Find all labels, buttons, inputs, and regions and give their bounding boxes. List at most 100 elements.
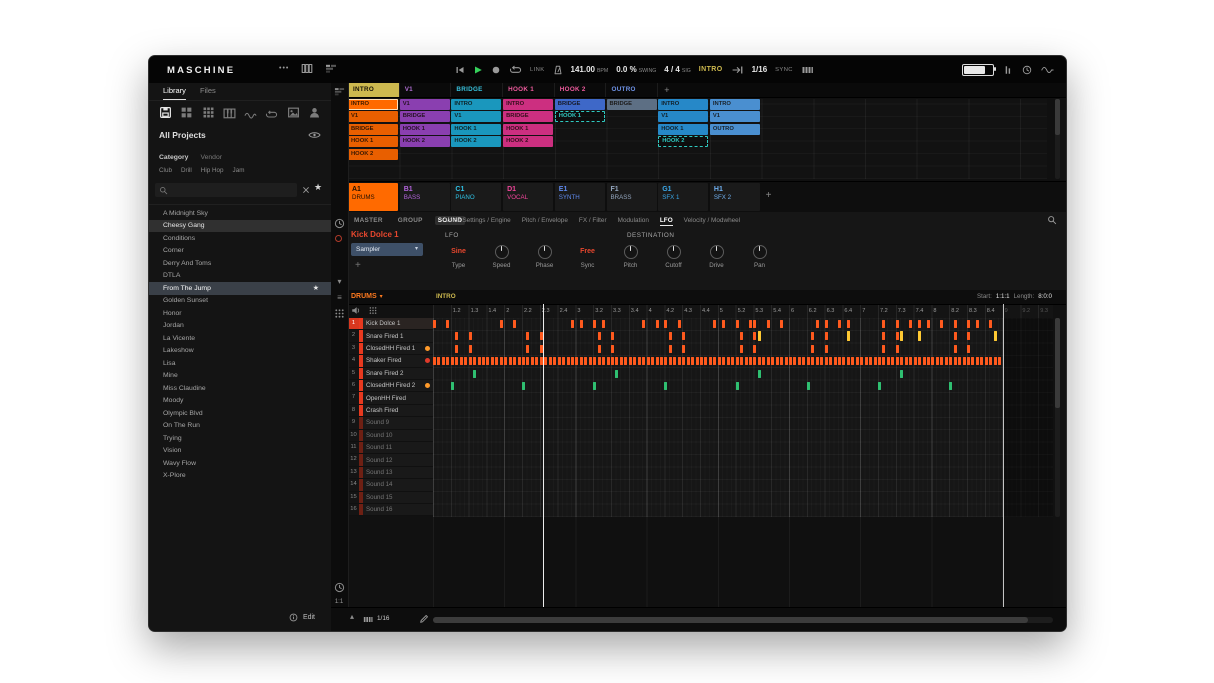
project-row-lisa[interactable]: Lisa (149, 357, 331, 370)
note[interactable] (989, 357, 993, 366)
note-grid[interactable] (433, 318, 1053, 517)
pattern-cell-e1-bridge[interactable]: BRIDGE (554, 99, 605, 111)
length-value[interactable]: 8:0:0 (1038, 290, 1052, 304)
info-icon[interactable] (289, 613, 298, 622)
pattern-cell-a1-hook-2[interactable]: HOOK 2 (348, 148, 398, 160)
note[interactable] (975, 357, 979, 366)
note[interactable] (869, 357, 873, 366)
pattern-cell-h1-outro[interactable]: OUTRO (709, 123, 760, 135)
note[interactable] (664, 320, 668, 328)
note[interactable] (513, 320, 517, 328)
param-speed[interactable]: Speed (480, 243, 523, 269)
page-tab-voice-settings-engine[interactable]: Voice Settings / Engine (445, 217, 511, 226)
note[interactable] (668, 357, 672, 366)
metronome-icon[interactable] (553, 65, 563, 75)
note[interactable] (780, 320, 784, 328)
note[interactable] (704, 357, 708, 366)
note[interactable] (882, 344, 886, 353)
note[interactable] (579, 320, 583, 328)
note[interactable] (846, 320, 850, 328)
note[interactable] (499, 357, 503, 366)
note[interactable] (526, 332, 530, 341)
note[interactable] (735, 320, 739, 328)
note[interactable] (878, 382, 881, 390)
note[interactable] (593, 320, 597, 328)
sound-row-11[interactable]: 11 Sound 11 (348, 442, 433, 455)
start-value[interactable]: 1:1:1 (996, 290, 1010, 304)
note[interactable] (637, 357, 641, 366)
note[interactable] (949, 382, 953, 390)
note[interactable] (918, 357, 922, 366)
engine-select[interactable]: Sampler ▾ (351, 243, 423, 256)
note[interactable] (691, 357, 695, 366)
group-slot-h1[interactable]: H1 SFX 2 (709, 183, 760, 211)
project-row-honor[interactable]: Honor (149, 307, 331, 320)
swing-value[interactable]: 0.0 % (616, 65, 636, 74)
pattern-cell-c1-hook-1[interactable]: HOOK 1 (451, 123, 502, 135)
note[interactable] (878, 357, 881, 366)
note[interactable] (735, 382, 739, 390)
note[interactable] (829, 357, 833, 366)
section-tab-hook-1[interactable]: HOOK 1 (503, 83, 555, 97)
sound-row-13[interactable]: 13 Sound 13 (348, 466, 433, 480)
menu-dots-icon[interactable]: ••• (279, 65, 289, 72)
pad-view-icon[interactable] (334, 308, 345, 319)
project-row-x-plore[interactable]: X-Plore (149, 470, 331, 483)
note[interactable] (855, 357, 859, 366)
note[interactable] (433, 320, 436, 328)
note[interactable] (557, 357, 561, 366)
note[interactable] (815, 357, 819, 366)
knob[interactable] (494, 244, 509, 259)
level-tab-master[interactable]: MASTER (351, 216, 386, 225)
note[interactable] (450, 357, 454, 366)
note[interactable] (998, 357, 1002, 366)
sound-row-16[interactable]: 16 Sound 16 (348, 504, 433, 517)
step-grid-icon[interactable] (801, 65, 814, 75)
note[interactable] (967, 332, 970, 341)
note[interactable] (562, 357, 566, 366)
swing-readout[interactable]: 0.0 % SWING (616, 65, 656, 74)
project-row-a-midnight-sky[interactable]: A Midnight Sky (149, 207, 331, 220)
note[interactable] (780, 357, 784, 366)
note[interactable] (593, 382, 597, 390)
project-row-cheesy-gang[interactable]: Cheesy Gang (149, 219, 331, 232)
note[interactable] (597, 332, 601, 341)
sound-row-3[interactable]: 3 ClosedHH Fired 1 (348, 342, 433, 356)
tag-drill[interactable]: Drill (181, 167, 192, 174)
section-tab-v1[interactable]: V1 (400, 83, 452, 97)
pad-grid-icon[interactable] (368, 306, 378, 315)
editor-quantize-icon[interactable] (334, 582, 345, 593)
note[interactable] (677, 357, 681, 366)
note[interactable] (980, 357, 984, 366)
pattern-cell-e1-hook-1[interactable]: HOOK 1 (554, 111, 605, 123)
group-slot-e1[interactable]: E1 SYNTH (554, 183, 605, 211)
tag-hip-hop[interactable]: Hip Hop (201, 167, 224, 174)
bpm-readout[interactable]: 141.00 BPM (571, 65, 609, 74)
eye-icon[interactable] (308, 131, 321, 139)
param-drive[interactable]: Drive (695, 243, 738, 269)
note[interactable] (940, 357, 944, 366)
note[interactable] (539, 357, 543, 366)
arranger-scrollbar[interactable] (1055, 99, 1060, 179)
note[interactable] (824, 320, 828, 328)
page-tab-pitch-envelope[interactable]: Pitch / Envelope (522, 217, 568, 226)
note[interactable] (455, 332, 459, 341)
note[interactable] (459, 357, 463, 366)
section-tab-hook-2[interactable]: HOOK 2 (555, 83, 607, 97)
note[interactable] (953, 320, 957, 328)
note[interactable] (570, 320, 574, 328)
note[interactable] (486, 357, 490, 366)
section-tab-intro[interactable]: INTRO (348, 83, 400, 97)
note[interactable] (722, 357, 726, 366)
pattern-cell-h1-intro[interactable]: INTRO (709, 99, 760, 111)
note[interactable] (682, 332, 686, 341)
project-row-la-vicente[interactable]: La Vicente (149, 332, 331, 345)
note[interactable] (895, 320, 899, 328)
note[interactable] (433, 357, 436, 366)
effects-icon[interactable] (244, 106, 257, 119)
note[interactable] (468, 344, 472, 353)
note[interactable] (717, 357, 721, 366)
sound-cue-icon[interactable] (425, 383, 430, 389)
note[interactable] (940, 320, 944, 328)
note[interactable] (984, 357, 988, 366)
